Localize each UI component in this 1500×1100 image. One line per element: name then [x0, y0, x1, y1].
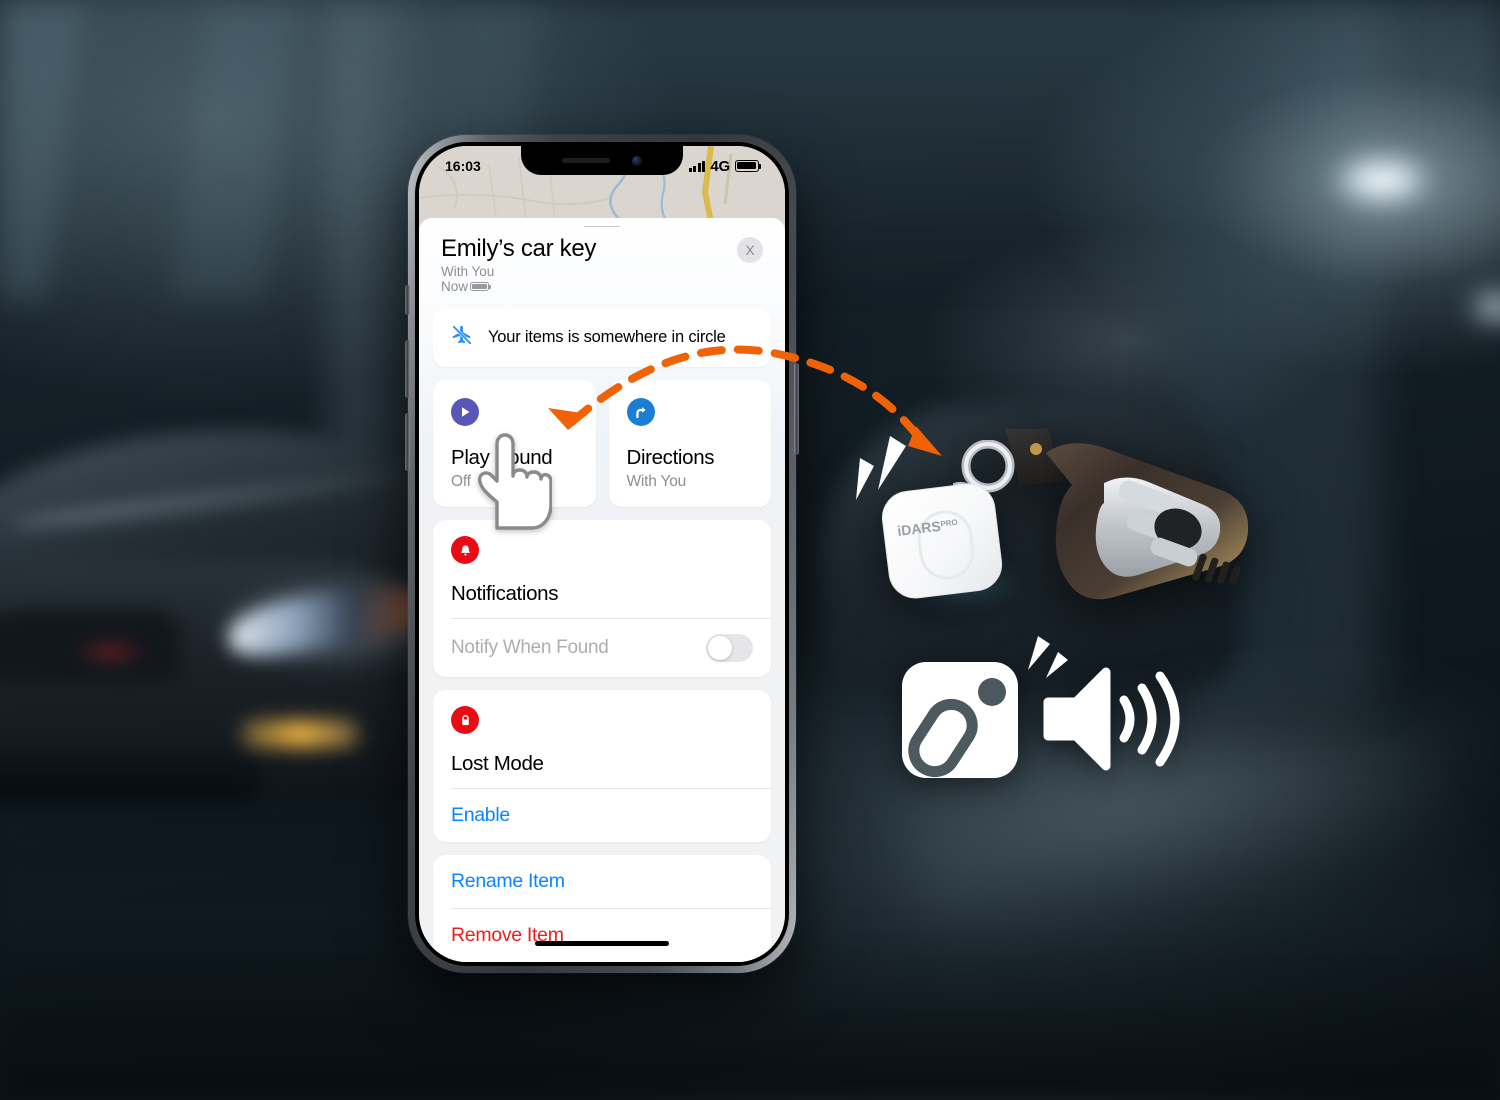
notify-when-found-label: Notify When Found	[451, 637, 609, 658]
bluetooth-tracker-tag: iDARSPRO	[881, 440, 1015, 599]
lost-mode-header: Lost Mode	[433, 690, 771, 788]
location-banner: Your items is somewhere in circle	[433, 308, 771, 367]
car-lower-grille	[0, 750, 260, 802]
airplane-off-icon	[451, 324, 473, 351]
car-fog-light	[240, 720, 360, 748]
play-sound-state: Off	[451, 473, 471, 490]
sheet-header: Emily’s car key With You Now X	[419, 227, 785, 308]
tracker-tile-icon	[902, 662, 1018, 778]
play-circle-icon	[451, 398, 479, 426]
action-cards: Play Sound Off Directions With You	[433, 380, 771, 507]
volume-down-button[interactable]	[405, 413, 410, 471]
car-key-fob	[1005, 428, 1249, 600]
notch	[521, 146, 683, 175]
item-status-time-row: Now	[441, 279, 763, 294]
remove-item-button[interactable]: Remove Item	[433, 909, 771, 962]
notifications-title: Notifications	[451, 582, 559, 605]
notify-when-found-row[interactable]: Notify When Found	[433, 619, 771, 677]
directions-arrow-icon	[626, 398, 655, 426]
directions-label: Directions	[626, 446, 715, 469]
battery-full-icon	[735, 160, 762, 172]
directions-card[interactable]: Directions With You	[608, 380, 771, 507]
volume-up-button[interactable]	[405, 340, 410, 398]
power-button[interactable]	[794, 363, 799, 455]
key-ring	[961, 440, 1015, 493]
notifications-card: Notifications Notify When Found	[433, 520, 771, 677]
rename-item-button[interactable]: Rename Item	[433, 855, 771, 908]
home-indicator[interactable]	[535, 941, 669, 946]
phone-screen: 16:03 4G Emily’s car key With You Now X …	[419, 146, 785, 962]
item-detail-sheet: Emily’s car key With You Now X Your item…	[419, 218, 785, 962]
notifications-header: Notifications	[433, 520, 771, 618]
bell-icon	[451, 536, 479, 564]
directions-state: With You	[626, 473, 687, 490]
cellular-bars-icon	[688, 160, 706, 172]
sheet-cards: Your items is somewhere in circle Play S…	[419, 308, 785, 962]
status-time: 16:03	[445, 158, 481, 174]
smartphone-mockup: 16:03 4G Emily’s car key With You Now X …	[405, 135, 799, 973]
play-sound-label: Play Sound	[451, 446, 553, 469]
close-button[interactable]: X	[737, 237, 763, 263]
status-indicators: 4G	[688, 157, 762, 175]
speaker-waves-icon	[1043, 667, 1180, 771]
phone-bezel: 16:03 4G Emily’s car key With You Now X …	[415, 142, 789, 966]
lost-mode-title: Lost Mode	[451, 752, 544, 775]
item-status-location: With You	[441, 264, 495, 279]
battery-small-icon	[470, 281, 491, 292]
mute-switch[interactable]	[405, 285, 410, 315]
page-title: Emily’s car key	[441, 235, 597, 262]
badge-sound-emission-lines	[1028, 636, 1068, 678]
lost-mode-enable-button[interactable]: Enable	[433, 789, 771, 842]
lost-mode-card: Lost Mode Enable	[433, 690, 771, 842]
ceiling-lamp-main	[1336, 158, 1428, 202]
play-sound-card[interactable]: Play Sound Off	[433, 380, 596, 507]
car-marker-light	[75, 642, 147, 662]
item-status-time: Now	[441, 279, 469, 294]
location-banner-text: Your items is somewhere in circle	[488, 328, 726, 346]
front-camera-icon	[632, 155, 642, 166]
notify-when-found-toggle[interactable]	[706, 634, 753, 662]
earpiece-speaker	[562, 158, 610, 163]
lock-icon	[451, 706, 479, 734]
network-type-label: 4G	[710, 157, 730, 175]
